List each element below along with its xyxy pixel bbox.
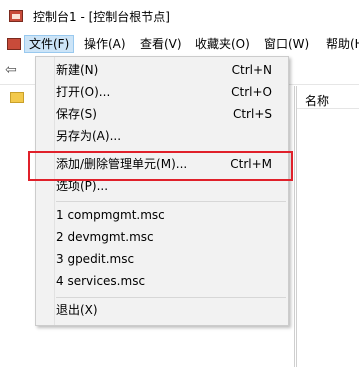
folder-icon[interactable] [10,92,24,103]
menu-item-recent-3[interactable]: 3 gpedit.msc [56,248,134,270]
menu-favorites[interactable]: 收藏夹(O) [191,35,254,53]
menu-window[interactable]: 窗口(W) [260,35,313,53]
column-header-name[interactable]: 名称 [305,92,329,109]
title-bar: 控制台1 - [控制台根节点] [0,0,359,32]
menu-help[interactable]: 帮助(H) [322,35,359,53]
menu-item-save-as[interactable]: 另存为(A)... [56,125,121,147]
highlight-annotation-box [28,151,293,181]
menu-item-open[interactable]: 打开(O)... [56,81,110,103]
menu-separator [56,297,286,298]
shortcut-open: Ctrl+O [231,85,272,99]
window-title: 控制台1 - [控制台根节点] [33,10,170,24]
menu-item-recent-1[interactable]: 1 compmgmt.msc [56,204,165,226]
system-menu-icon[interactable] [7,38,21,50]
menu-view[interactable]: 查看(V) [136,35,186,53]
menu-item-save[interactable]: 保存(S) [56,103,97,125]
result-pane[interactable]: 名称 [296,86,359,367]
shortcut-new: Ctrl+N [231,63,272,77]
back-arrow-icon[interactable]: ⇦ [5,62,21,78]
menu-item-exit[interactable]: 退出(X) [56,299,98,321]
menu-file[interactable]: 文件(F) [24,35,75,53]
menu-icon-gutter [36,57,55,325]
menu-action[interactable]: 操作(A) [80,35,130,53]
menu-item-recent-2[interactable]: 2 devmgmt.msc [56,226,154,248]
mmc-app-icon [9,10,23,22]
menu-item-recent-4[interactable]: 4 services.msc [56,270,145,292]
shortcut-save: Ctrl+S [232,107,272,121]
file-menu-dropdown: 新建(N) Ctrl+N 打开(O)... Ctrl+O 保存(S) Ctrl+… [35,56,289,326]
menu-bar: 文件(F) 操作(A) 查看(V) 收藏夹(O) 窗口(W) 帮助(H) [0,32,359,56]
menu-separator [56,201,286,202]
menu-item-new[interactable]: 新建(N) [56,59,98,81]
